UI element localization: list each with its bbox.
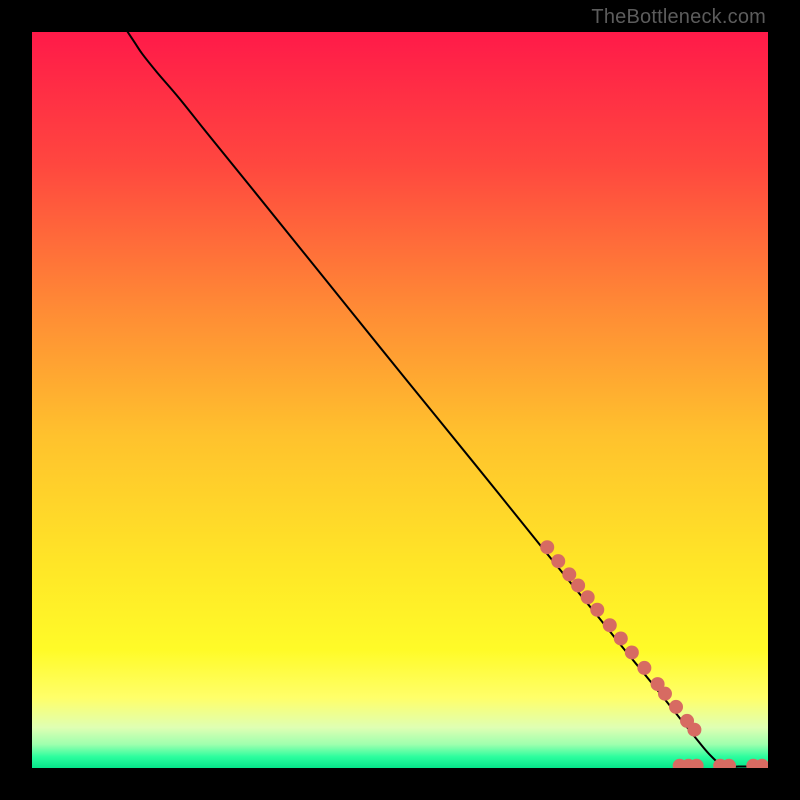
sample-point <box>590 603 604 617</box>
sample-point <box>562 567 576 581</box>
chart-frame: TheBottleneck.com <box>0 0 800 800</box>
gradient-background <box>32 32 768 768</box>
sample-point <box>658 687 672 701</box>
plot-area <box>32 32 768 768</box>
sample-point <box>581 590 595 604</box>
sample-point <box>551 554 565 568</box>
sample-point <box>603 618 617 632</box>
sample-point <box>687 723 701 737</box>
attribution-text: TheBottleneck.com <box>591 6 766 29</box>
sample-point <box>637 661 651 675</box>
chart-svg <box>32 32 768 768</box>
sample-point <box>669 700 683 714</box>
sample-point <box>625 645 639 659</box>
sample-point <box>571 578 585 592</box>
sample-point <box>540 540 554 554</box>
sample-point <box>614 631 628 645</box>
